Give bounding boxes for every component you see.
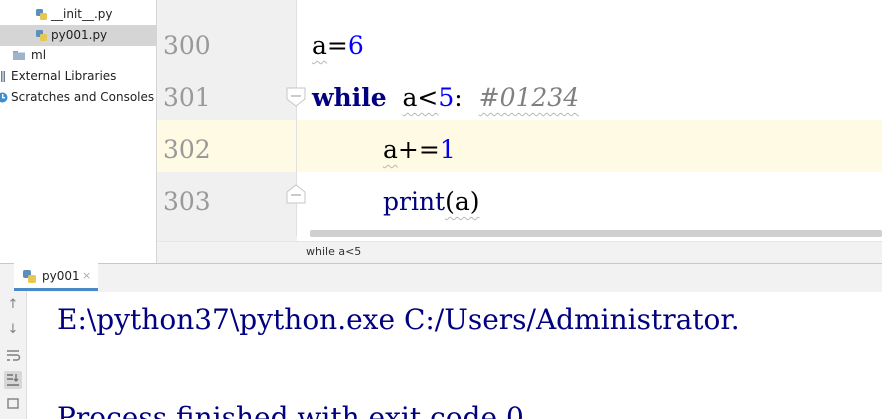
code-line-300: a=6 bbox=[312, 20, 364, 72]
print-icon[interactable] bbox=[4, 396, 22, 414]
code-function: print bbox=[383, 187, 446, 216]
fold-end-icon[interactable] bbox=[285, 183, 307, 205]
code-keyword: while bbox=[312, 83, 387, 112]
project-tree: __init__.py py001.py ml External Librari… bbox=[0, 0, 157, 263]
code-number: 5 bbox=[438, 83, 455, 112]
python-file-icon bbox=[36, 9, 47, 20]
line-number: 301 bbox=[163, 83, 211, 112]
console-output-line: Process finished with exit code 0 bbox=[57, 401, 524, 419]
tree-item-label: ml bbox=[31, 48, 47, 62]
run-tab-py001[interactable]: py001 × bbox=[14, 263, 98, 291]
tree-item-scratches[interactable]: Scratches and Consoles bbox=[0, 87, 156, 108]
tree-item-ml[interactable]: ml bbox=[0, 45, 156, 66]
soft-wrap-icon[interactable] bbox=[4, 346, 22, 364]
tree-item-external-libraries[interactable]: External Libraries bbox=[0, 66, 156, 87]
tree-item-label: __init__.py bbox=[51, 7, 113, 21]
tree-item-label: py001.py bbox=[51, 28, 108, 42]
tree-item-label: Scratches and Consoles bbox=[11, 90, 155, 104]
code-line-302: a+=1 bbox=[383, 124, 456, 176]
horizontal-scrollbar[interactable] bbox=[310, 230, 882, 237]
run-toolbar: ↑ ↓ bbox=[0, 292, 27, 419]
code-comment: #01234 bbox=[478, 83, 580, 112]
line-number: 303 bbox=[163, 187, 211, 216]
up-arrow-icon[interactable]: ↑ bbox=[4, 296, 22, 314]
fold-start-icon[interactable] bbox=[285, 86, 307, 108]
code-colon: : bbox=[454, 83, 463, 112]
code-var: a bbox=[312, 31, 327, 60]
scroll-to-end-icon[interactable] bbox=[4, 371, 22, 389]
breadcrumb[interactable]: while a<5 bbox=[157, 241, 882, 264]
tree-item-label: External Libraries bbox=[11, 69, 117, 83]
code-condition: a< bbox=[402, 83, 439, 112]
code-var: a bbox=[383, 135, 398, 164]
console-output-line: E:\python37\python.exe C:/Users/Administ… bbox=[57, 303, 740, 336]
code-number: 1 bbox=[439, 135, 456, 164]
down-arrow-icon[interactable]: ↓ bbox=[4, 321, 22, 339]
library-icon bbox=[1, 71, 5, 82]
run-tab-label: py001 bbox=[42, 269, 80, 283]
code-operator: = bbox=[326, 31, 348, 60]
code-line-301: while a<5: #01234 bbox=[312, 72, 579, 124]
line-number: 300 bbox=[163, 31, 211, 60]
code-number: 6 bbox=[347, 31, 364, 60]
code-line-303: print(a) bbox=[383, 176, 480, 228]
code-operator: += bbox=[397, 135, 440, 164]
scratches-icon bbox=[0, 92, 8, 103]
python-file-icon bbox=[36, 30, 47, 41]
code-args: (a) bbox=[445, 187, 480, 216]
close-icon[interactable]: × bbox=[82, 269, 91, 282]
breadcrumb-item[interactable]: while a<5 bbox=[306, 245, 361, 258]
folder-icon bbox=[13, 51, 25, 60]
line-number: 302 bbox=[163, 135, 211, 164]
run-console[interactable]: E:\python37\python.exe C:/Users/Administ… bbox=[27, 292, 882, 419]
run-tool-window-header bbox=[0, 263, 882, 293]
tree-item-init-py[interactable]: __init__.py bbox=[0, 4, 156, 25]
python-icon bbox=[23, 270, 36, 283]
current-line-highlight bbox=[157, 120, 882, 172]
tree-item-py001-py[interactable]: py001.py bbox=[0, 25, 156, 46]
